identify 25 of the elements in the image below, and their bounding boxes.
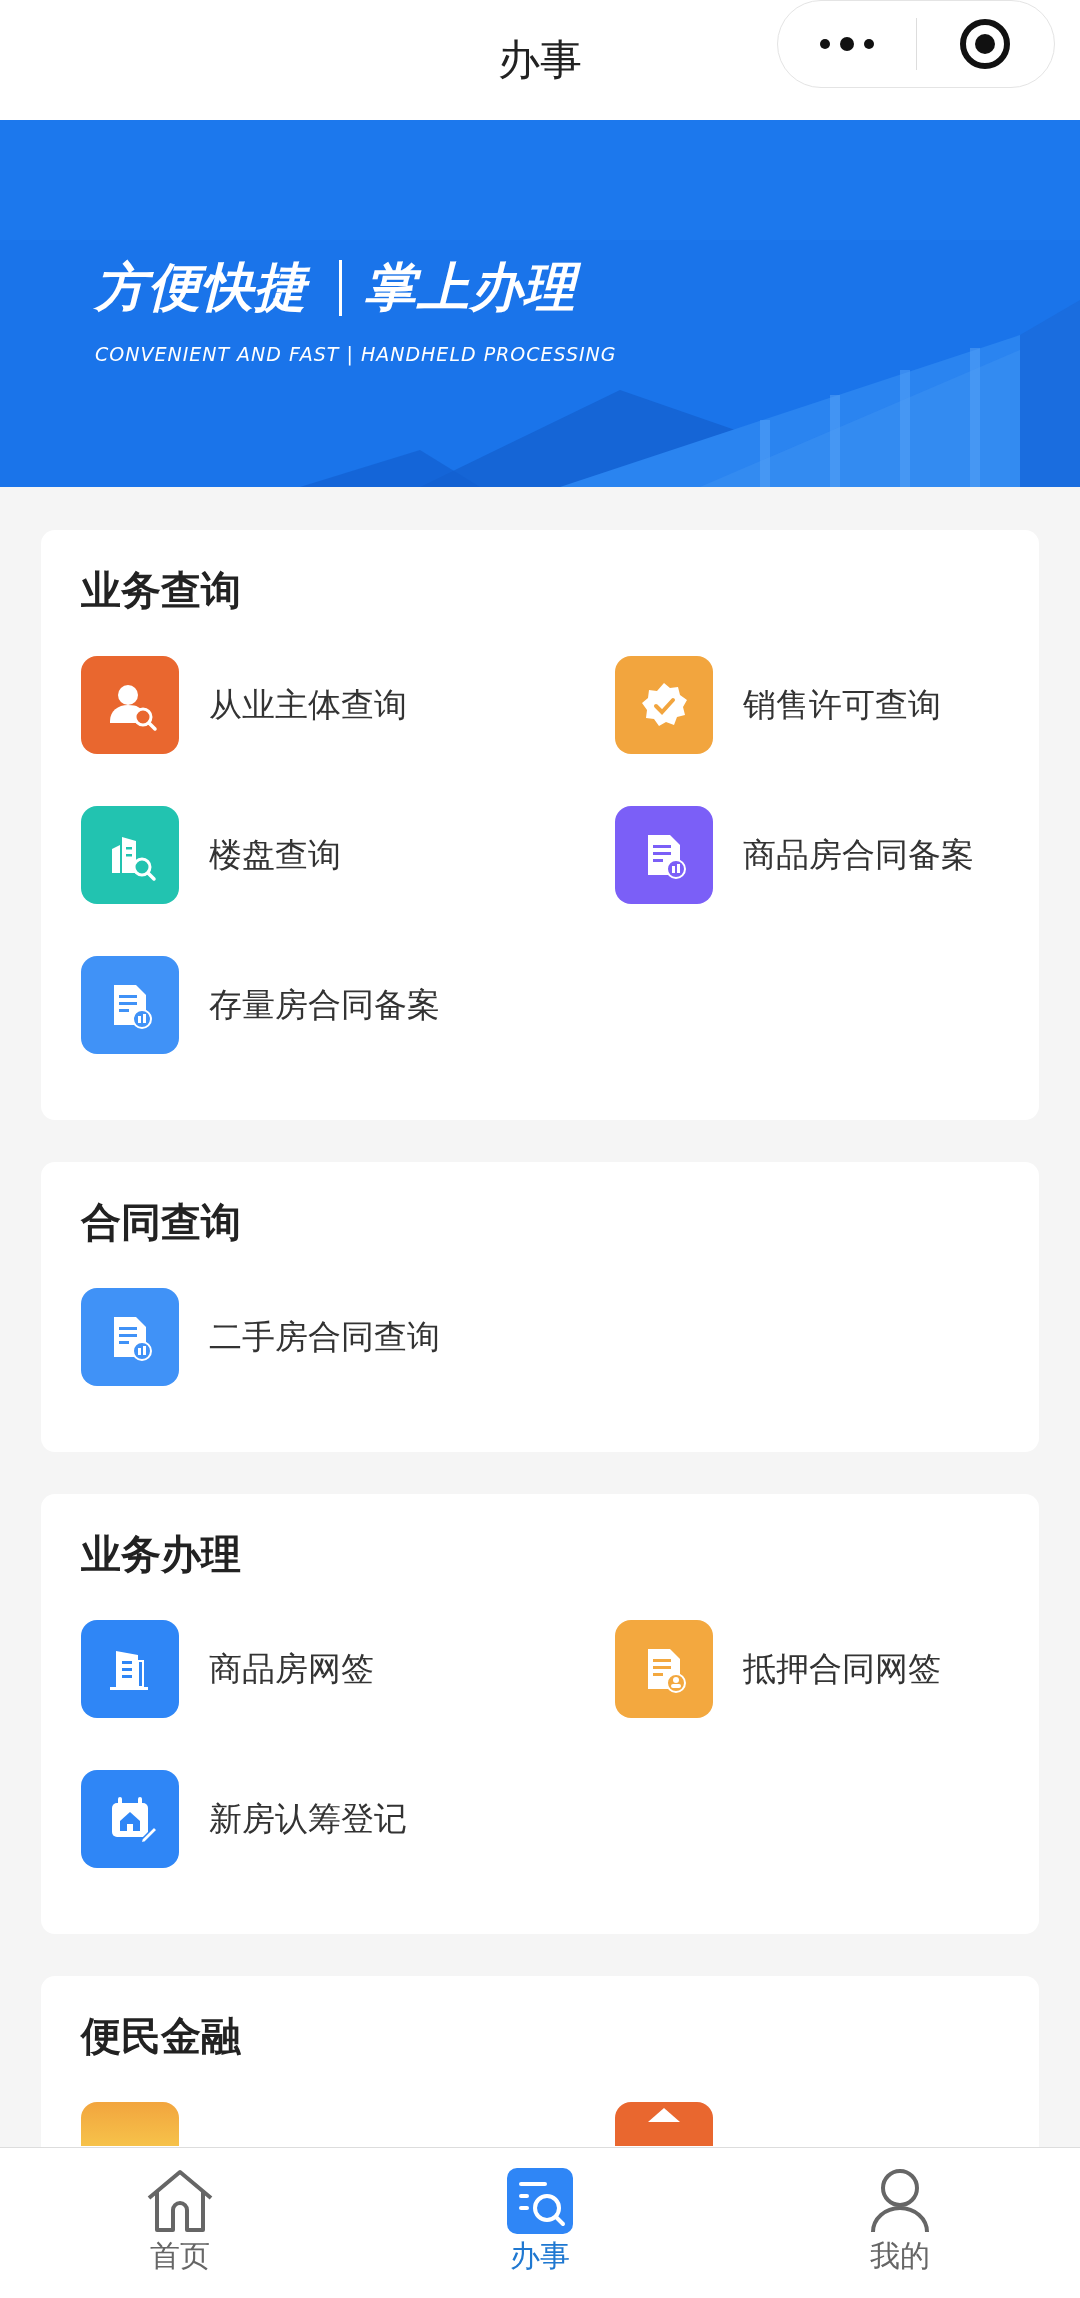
more-icon — [818, 36, 875, 52]
service-item[interactable]: 新房认筹登记 — [81, 1770, 615, 1868]
house-icon[interactable] — [615, 2102, 713, 2146]
service-item[interactable]: 商品房合同备案 — [615, 806, 999, 904]
tab-item[interactable]: 我的 — [720, 2148, 1080, 2298]
service-item[interactable]: 存量房合同备案 — [81, 956, 615, 1054]
service-item[interactable]: 抵押合同网签 — [615, 1620, 999, 1718]
section-title: 合同查询 — [81, 1202, 242, 1242]
service-item[interactable]: 销售许可查询 — [615, 656, 999, 754]
section-title: 业务查询 — [81, 570, 242, 610]
person-icon — [869, 2168, 931, 2234]
banner-headline: 方便快捷 — [95, 255, 317, 320]
target-icon — [958, 17, 1013, 71]
page-title: 办事 — [498, 39, 582, 81]
section-title: 业务办理 — [81, 1534, 242, 1574]
banner-headline: 掌上办理 — [364, 255, 586, 320]
tab-item[interactable]: 办事 — [360, 2148, 720, 2298]
search-list-icon — [507, 2168, 573, 2234]
service-item[interactable]: 楼盘查询 — [81, 806, 615, 904]
service-item[interactable]: 商品房网签 — [81, 1620, 615, 1718]
service-item[interactable]: 二手房合同查询 — [81, 1288, 615, 1386]
service-item[interactable]: 从业主体查询 — [81, 656, 615, 754]
section-title: 便民金融 — [81, 2016, 242, 2056]
banner-subtitle: CONVENIENT AND FAST | HANDHELD PROCESSING — [95, 342, 617, 368]
tab-item[interactable]: 首页 — [0, 2148, 360, 2298]
